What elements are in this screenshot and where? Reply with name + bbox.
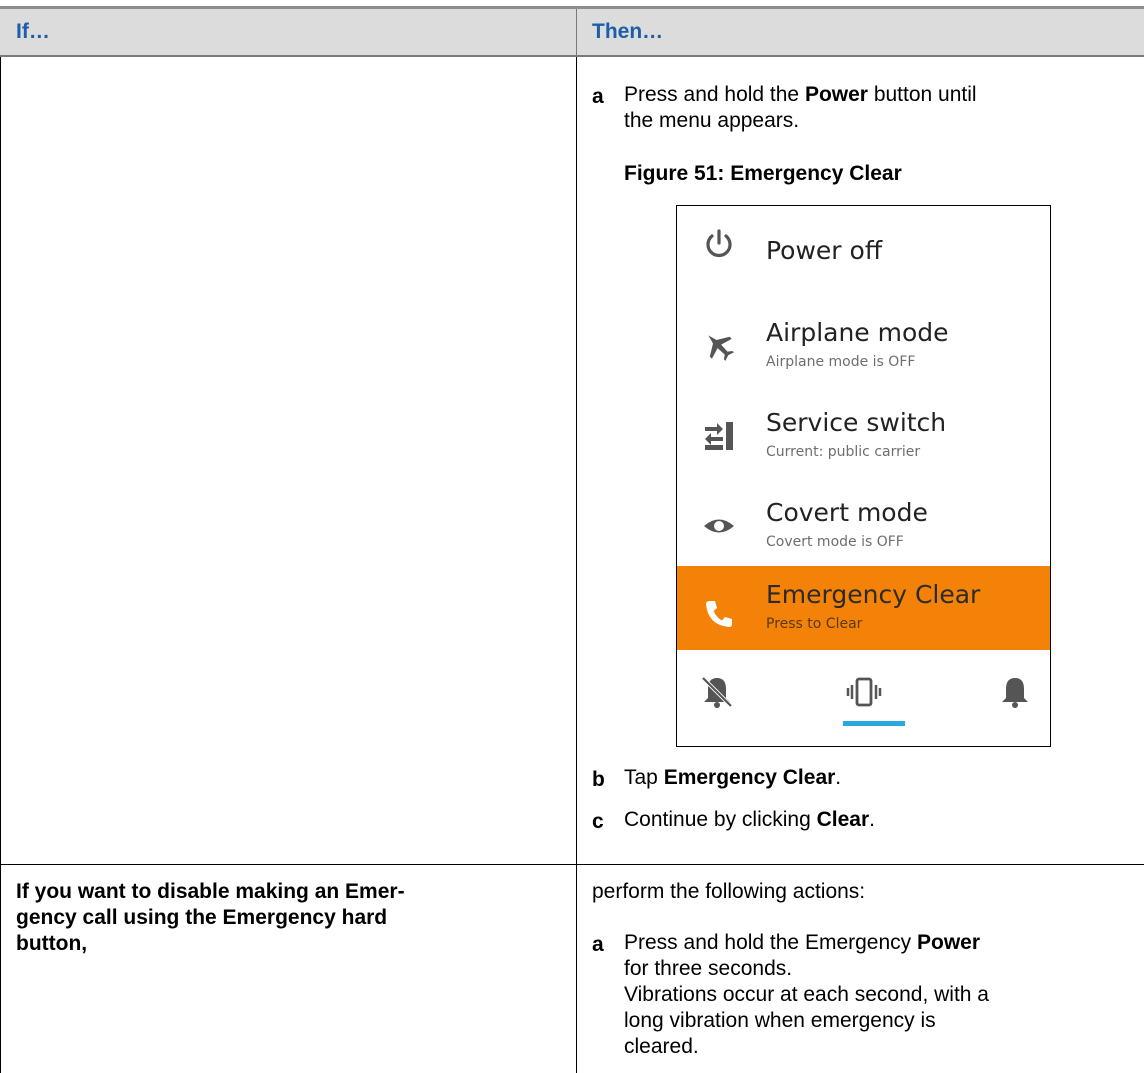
- row2-condition: If you want to disable making an Emer- g…: [16, 880, 405, 955]
- if-then-table: If… Then… a Press and hold the Power but…: [0, 6, 1144, 1073]
- airplane-icon: [708, 335, 734, 361]
- service-switch-icon: [705, 422, 733, 450]
- sound-mode-bar: [677, 650, 1050, 746]
- menu-item-subtitle: Current: public carrier: [766, 444, 921, 460]
- menu-item-title: Service switch: [766, 408, 947, 437]
- menu-item-subtitle: Press to Clear: [766, 616, 863, 632]
- row2-step-a-text: Press and hold the Emergency Power for t…: [624, 931, 989, 1058]
- menu-item-title: Power off: [766, 236, 883, 265]
- eye-icon: [704, 519, 734, 533]
- step-letter-b-visible: b: [592, 768, 605, 791]
- step-letter-a: a: [592, 85, 604, 108]
- menu-item-title: Covert mode: [766, 498, 928, 527]
- menu-item-emergency-clear[interactable]: Emergency Clear Press to Clear: [677, 566, 1050, 650]
- menu-item-subtitle: Airplane mode is OFF: [766, 354, 916, 370]
- menu-item-title: Airplane mode: [766, 318, 949, 347]
- step-letter-c: c: [592, 810, 604, 833]
- header-divider: [576, 9, 577, 55]
- row2-then-intro: perform the following actions:: [592, 880, 866, 903]
- emergency-clear-figure: Power off Airplane mode Airplane mode is…: [676, 205, 1051, 747]
- selected-mode-indicator: [843, 721, 905, 726]
- step-a-text: Press and hold the Power button until th…: [624, 83, 977, 132]
- menu-item-service-switch: Service switch Current: public carrier: [677, 386, 1050, 476]
- mute-bell-icon[interactable]: [699, 674, 735, 710]
- power-icon: [706, 229, 732, 258]
- menu-item-power-off: Power off: [677, 206, 1050, 296]
- column-divider: [576, 57, 577, 1073]
- bell-icon[interactable]: [997, 674, 1033, 710]
- vibrate-icon[interactable]: [846, 674, 882, 710]
- table-header-row: If… Then…: [0, 9, 1144, 57]
- menu-item-title: Emergency Clear: [766, 580, 981, 609]
- phone-icon: [706, 601, 732, 627]
- menu-item-covert-mode: Covert mode Covert mode is OFF: [677, 476, 1050, 566]
- figure-caption: Figure 51: Emergency Clear: [624, 162, 902, 185]
- menu-item-subtitle: Covert mode is OFF: [766, 534, 904, 550]
- menu-item-airplane-mode: Airplane mode Airplane mode is OFF: [677, 296, 1050, 386]
- table-left-border: [0, 9, 1, 1073]
- step-b-text: Tap Emergency Clear.: [624, 766, 842, 789]
- header-then: Then…: [592, 20, 664, 43]
- row-separator: [0, 864, 1144, 865]
- step-c-text: Continue by clicking Clear.: [624, 808, 875, 831]
- row2-step-letter-a: a: [592, 933, 604, 956]
- header-if: If…: [16, 20, 50, 43]
